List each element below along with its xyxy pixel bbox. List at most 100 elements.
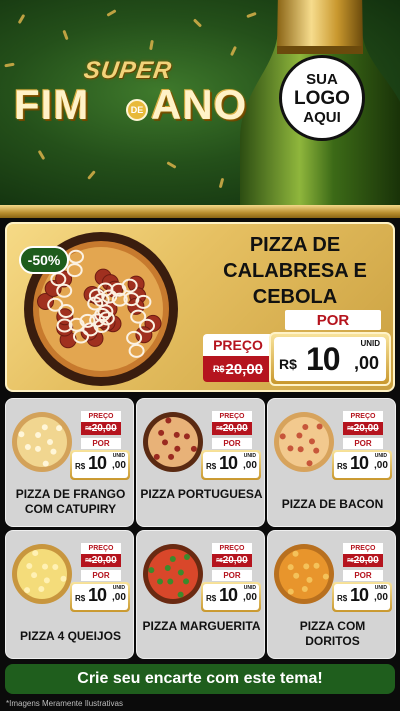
card-price-integer: 10 <box>88 585 107 605</box>
card-new-price: UNID R$ 10 ,00 <box>201 582 261 612</box>
logo-ano-text: ANO <box>151 81 248 128</box>
card-price-decimal: ,00 <box>374 460 388 471</box>
card-unid-label: UNID <box>243 453 256 459</box>
card-price-label: PREÇO <box>212 411 252 422</box>
bacon-pizza-icon <box>274 412 334 472</box>
card-old-price: R$ 20,00 <box>81 554 121 567</box>
card-currency: R$ <box>206 594 217 603</box>
new-price-integer: 10 <box>306 341 341 377</box>
four-cheese-pizza-icon <box>12 544 72 604</box>
flyer-page: SUPER FIM DE ANO SUA LOGO AQUI -50% PIZZ… <box>0 0 400 711</box>
card-product-name: PIZZA MARGUERITA <box>142 619 261 633</box>
card-unid-label: UNID <box>374 585 387 591</box>
old-price-amount: 20,00 <box>225 360 264 378</box>
card-price-label: PREÇO <box>81 411 121 422</box>
card-price-integer: 10 <box>219 453 238 473</box>
card-price-label: PREÇO <box>81 543 121 554</box>
card-currency: R$ <box>337 462 348 471</box>
card-old-amount: 20,00 <box>91 555 117 566</box>
por-label: POR <box>285 310 381 330</box>
product-card: PREÇO R$ 20,00 POR UNID R$ 10 ,00 PIZZA P… <box>136 398 265 527</box>
product-card: PREÇO R$ 20,00 POR UNID R$ 10 ,00 PIZZA C… <box>267 530 396 659</box>
card-old-price: R$ 20,00 <box>212 422 252 435</box>
new-price-currency: R$ <box>279 356 297 372</box>
card-unid-label: UNID <box>374 453 387 459</box>
card-price-decimal: ,00 <box>243 460 257 471</box>
card-price-tag: PREÇO R$ 20,00 POR UNID R$ 10 ,00 <box>332 411 392 485</box>
card-por-label: POR <box>212 438 252 449</box>
card-price-tag: PREÇO R$ 20,00 POR UNID R$ 10 ,00 <box>332 543 392 617</box>
card-price-tag: PREÇO R$ 20,00 POR UNID R$ 10 ,00 <box>201 543 261 617</box>
cta-banner[interactable]: Crie seu encarte com este tema! <box>5 664 395 694</box>
old-price-tag: PREÇO R$ 20,00 <box>203 334 273 382</box>
card-old-amount: 20,00 <box>222 423 248 434</box>
card-old-amount: 20,00 <box>222 555 248 566</box>
card-new-price: UNID R$ 10 ,00 <box>332 450 392 480</box>
logo-line-3: AQUI <box>303 108 341 126</box>
card-currency: R$ <box>75 462 86 471</box>
card-currency: R$ <box>206 462 217 471</box>
card-old-amount: 20,00 <box>353 555 379 566</box>
margherita-pizza-icon <box>143 544 203 604</box>
product-card: PREÇO R$ 20,00 POR UNID R$ 10 ,00 PIZZA D… <box>5 398 134 527</box>
card-old-amount: 20,00 <box>353 423 379 434</box>
card-por-label: POR <box>81 570 121 581</box>
portuguesa-pizza-icon <box>143 412 203 472</box>
card-price-label: PREÇO <box>343 543 383 554</box>
card-product-name: PIZZA DE BACON <box>281 497 384 511</box>
product-card: PREÇO R$ 20,00 POR UNID R$ 10 ,00 PIZZA 4… <box>5 530 134 659</box>
card-old-price: R$ 20,00 <box>343 422 383 435</box>
card-old-price: R$ 20,00 <box>81 422 121 435</box>
gold-divider <box>0 205 400 218</box>
new-price-tag: POR UNID R$ 10 ,00 <box>269 310 391 386</box>
card-por-label: POR <box>343 570 383 581</box>
card-por-label: POR <box>212 570 252 581</box>
discount-badge: -50% <box>19 246 69 274</box>
old-price-currency: R$ <box>212 364 225 374</box>
card-product-name: PIZZA DE FRANGO COM CATUPIRY <box>15 487 126 516</box>
card-por-label: POR <box>343 438 383 449</box>
logo-de-text: DE <box>126 99 148 121</box>
card-price-tag: PREÇO R$ 20,00 POR UNID R$ 10 ,00 <box>70 543 130 617</box>
card-price-decimal: ,00 <box>112 460 126 471</box>
chicken-catupiry-pizza-icon <box>12 412 72 472</box>
card-currency: R$ <box>75 594 86 603</box>
card-price-label: PREÇO <box>212 543 252 554</box>
card-price-decimal: ,00 <box>112 592 126 603</box>
card-price-integer: 10 <box>219 585 238 605</box>
product-card: PREÇO R$ 20,00 POR UNID R$ 10 ,00 PIZZA D… <box>267 398 396 527</box>
your-logo-placeholder: SUA LOGO AQUI <box>279 55 365 141</box>
card-por-label: POR <box>81 438 121 449</box>
featured-offer: -50% PIZZA DE CALABRESA E CEBOLA PREÇO R… <box>5 222 395 392</box>
card-price-decimal: ,00 <box>243 592 257 603</box>
header-banner: SUPER FIM DE ANO SUA LOGO AQUI <box>0 0 400 205</box>
card-price-tag: PREÇO R$ 20,00 POR UNID R$ 10 ,00 <box>201 411 261 485</box>
old-price-label: PREÇO <box>203 334 273 356</box>
card-price-label: PREÇO <box>343 411 383 422</box>
card-price-integer: 10 <box>350 453 369 473</box>
card-product-name: PIZZA PORTUGUESA <box>140 487 263 501</box>
card-old-amount: 20,00 <box>91 423 117 434</box>
old-price-value: R$ 20,00 <box>203 356 273 382</box>
card-price-decimal: ,00 <box>374 592 388 603</box>
card-price-tag: PREÇO R$ 20,00 POR UNID R$ 10 ,00 <box>70 411 130 485</box>
featured-product-name: PIZZA DE CALABRESA E CEBOLA <box>223 234 367 308</box>
super-fim-de-ano-logo: SUPER FIM DE ANO <box>14 55 254 140</box>
card-new-price: UNID R$ 10 ,00 <box>70 582 130 612</box>
card-unid-label: UNID <box>112 453 125 459</box>
card-currency: R$ <box>337 594 348 603</box>
product-card: PREÇO R$ 20,00 POR UNID R$ 10 ,00 PIZZA M… <box>136 530 265 659</box>
card-unid-label: UNID <box>243 585 256 591</box>
logo-fim-text: FIM <box>14 81 90 128</box>
card-new-price: UNID R$ 10 ,00 <box>70 450 130 480</box>
new-price-box: UNID R$ 10 ,00 <box>269 332 391 386</box>
card-product-name: PIZZA COM DORITOS <box>299 619 366 648</box>
card-new-price: UNID R$ 10 ,00 <box>332 582 392 612</box>
logo-line-1: SUA <box>306 70 338 88</box>
unid-label: UNID <box>360 339 380 348</box>
card-unid-label: UNID <box>112 585 125 591</box>
new-price-decimal: ,00 <box>354 353 380 373</box>
card-price-integer: 10 <box>350 585 369 605</box>
logo-line-2: LOGO <box>294 87 350 109</box>
card-old-price: R$ 20,00 <box>343 554 383 567</box>
